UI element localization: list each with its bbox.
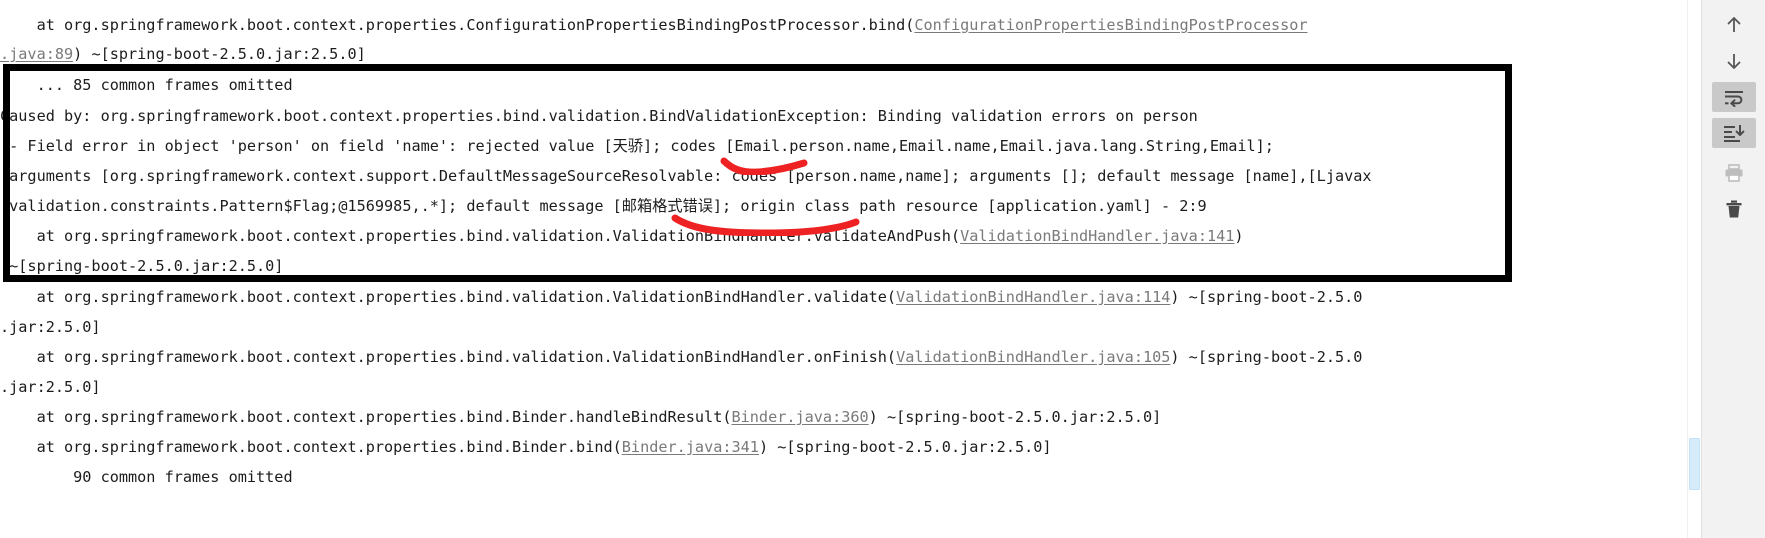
cjk-text: 天骄 [612, 137, 643, 155]
console-text: at org.springframework.boot.context.prop… [0, 16, 915, 34]
console-text: at org.springframework.boot.context.prop… [0, 288, 897, 306]
source-link[interactable]: ValidationBindHandler.java:105 [896, 348, 1170, 366]
console-text: arguments [org.springframework.context.s… [0, 167, 1372, 185]
arrow-down-icon [1724, 51, 1744, 71]
print-button[interactable] [1712, 158, 1756, 188]
console-line: at org.springframework.boot.context.prop… [0, 288, 1687, 306]
console-line: .jar:2.5.0] [0, 318, 1687, 336]
down-the-stack-trace-button[interactable] [1712, 46, 1756, 76]
source-link[interactable]: Binder.java:360 [732, 408, 869, 426]
console-line: at org.springframework.boot.context.prop… [0, 348, 1687, 366]
print-icon [1723, 163, 1745, 183]
console-log-panel: at org.springframework.boot.context.prop… [0, 0, 1765, 538]
console-line: ~[spring-boot-2.5.0.jar:2.5.0] [0, 257, 1687, 275]
console-text: Caused by: org.springframework.boot.cont… [0, 107, 1198, 125]
console-text: at org.springframework.boot.context.prop… [0, 227, 961, 245]
source-link[interactable]: .java:89 [0, 45, 73, 63]
console-line: .jar:2.5.0] [0, 378, 1687, 396]
console-text: ) ~[spring-boot-2.5.0 [1170, 288, 1363, 306]
vertical-scrollbar-thumb[interactable] [1689, 438, 1700, 490]
soft-wrap-icon [1723, 87, 1745, 107]
source-link[interactable]: Binder.java:341 [622, 438, 759, 456]
console-text: ]; origin class path resource [applicati… [712, 197, 1207, 215]
console-line: Caused by: org.springframework.boot.cont… [0, 107, 1687, 125]
clear-all-button[interactable] [1712, 194, 1756, 224]
console-text: at org.springframework.boot.context.prop… [0, 438, 622, 456]
console-text: ~[spring-boot-2.5.0.jar:2.5.0] [0, 257, 284, 275]
console-text: .jar:2.5.0] [0, 318, 101, 336]
stack-trace-console[interactable]: at org.springframework.boot.context.prop… [0, 0, 1687, 538]
console-text: ... 85 common frames omitted [0, 76, 293, 94]
console-line: .validation.constraints.Pattern$Flag;@15… [0, 197, 1687, 215]
console-line: ... 85 common frames omitted [0, 76, 1687, 94]
console-text: ) [1234, 227, 1244, 245]
console-toolbar [1701, 0, 1765, 538]
trash-icon [1724, 199, 1744, 219]
console-text: ) ~[spring-boot-2.5.0.jar:2.5.0] [868, 408, 1162, 426]
console-text: .jar:2.5.0] [0, 378, 101, 396]
console-text: 90 common frames omitted [0, 468, 293, 486]
console-text: ) ~[spring-boot-2.5.0.jar:2.5.0] [73, 45, 366, 63]
console-line: - Field error in object 'person' on fiel… [0, 137, 1687, 155]
arrow-up-icon [1724, 15, 1744, 35]
console-text: ) ~[spring-boot-2.5.0 [1170, 348, 1363, 366]
console-line: at org.springframework.boot.context.prop… [0, 408, 1687, 426]
up-the-stack-trace-button[interactable] [1712, 10, 1756, 40]
console-text: .validation.constraints.Pattern$Flag;@15… [0, 197, 622, 215]
cjk-text: 邮箱格式错误 [621, 197, 713, 215]
console-line: at org.springframework.boot.context.prop… [0, 438, 1687, 456]
console-line: at org.springframework.boot.context.prop… [0, 227, 1687, 245]
console-line: arguments [org.springframework.context.s… [0, 167, 1687, 185]
source-link[interactable]: ConfigurationPropertiesBindingPostProces… [914, 16, 1307, 34]
console-line: at org.springframework.boot.context.prop… [0, 16, 1687, 34]
source-link[interactable]: ValidationBindHandler.java:141 [960, 227, 1234, 245]
console-text: ]; codes [Email.person.name,Email.name,E… [643, 137, 1274, 155]
console-text: - Field error in object 'person' on fiel… [0, 137, 613, 155]
scroll-to-end-button[interactable] [1712, 118, 1756, 148]
console-text: at org.springframework.boot.context.prop… [0, 348, 897, 366]
console-text: ) ~[spring-boot-2.5.0.jar:2.5.0] [758, 438, 1052, 456]
console-line: .java:89) ~[spring-boot-2.5.0.jar:2.5.0] [0, 45, 1687, 63]
soft-wrap-toggle-button[interactable] [1712, 82, 1756, 112]
console-text: at org.springframework.boot.context.prop… [0, 408, 732, 426]
source-link[interactable]: ValidationBindHandler.java:114 [896, 288, 1170, 306]
scroll-to-end-icon [1723, 123, 1745, 143]
console-line: 90 common frames omitted [0, 468, 1687, 486]
